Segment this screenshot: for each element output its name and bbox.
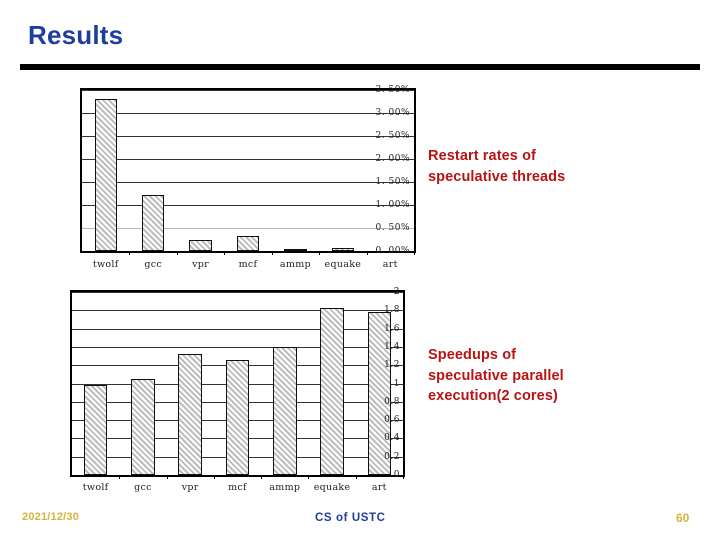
x-axis-tick-label: art xyxy=(371,482,387,493)
x-axis-tick-mark xyxy=(224,251,226,255)
y-axis-tick-label: 0. 50% xyxy=(375,223,410,233)
bar xyxy=(141,195,165,251)
bar xyxy=(272,346,297,475)
bar xyxy=(131,378,155,475)
bar xyxy=(94,99,117,251)
y-axis-tick-label: 3. 50% xyxy=(375,85,410,95)
x-axis-tick-mark xyxy=(166,475,168,479)
x-axis-tick-mark xyxy=(319,251,321,255)
speedups-chart: 0 0.2 0.4 0.6 0.8 1 1.2 1.4 1.6 1.8 2 twolf gcc vpr mc… xyxy=(20,287,405,497)
y-axis-tick-label: 1.8 xyxy=(384,305,400,316)
y-axis-tick-label: 3. 00% xyxy=(375,108,410,118)
bar xyxy=(284,249,307,251)
title-divider xyxy=(20,64,700,70)
x-axis-tick-label: ammp xyxy=(279,259,311,270)
y-axis-tick-label: 1.2 xyxy=(384,360,400,371)
x-axis-tick-mark xyxy=(414,251,415,255)
bar xyxy=(178,354,203,475)
x-axis-tick-mark xyxy=(176,251,178,255)
y-axis-tick-label: 1.6 xyxy=(384,323,400,334)
x-axis-tick-label: ammp xyxy=(269,482,301,493)
x-axis-tick-label: vpr xyxy=(181,482,199,493)
y-axis-tick-label: 2. 00% xyxy=(375,154,410,164)
y-axis-tick-label: 0. 00% xyxy=(375,246,410,256)
y-axis-tick-label: 1. 00% xyxy=(375,200,410,210)
bar xyxy=(225,359,250,475)
bar xyxy=(367,312,392,475)
x-axis-tick-label: gcc xyxy=(134,482,152,493)
y-axis-tick-label: 1 xyxy=(393,378,400,389)
x-axis-tick-mark xyxy=(403,475,404,479)
y-axis-tick-label: 1. 50% xyxy=(375,177,410,187)
bar xyxy=(83,385,108,475)
x-axis-tick-mark xyxy=(129,251,131,255)
footer-org: CS of USTC xyxy=(315,512,386,524)
y-axis-tick-label: 0.8 xyxy=(384,396,400,407)
x-axis-tick-label: vpr xyxy=(192,259,209,270)
footer-page-number: 60 xyxy=(676,511,690,525)
x-axis-tick-label: gcc xyxy=(144,259,162,270)
x-axis-tick-label: twolf xyxy=(92,259,119,270)
chart2-y-axis xyxy=(20,287,66,477)
x-axis-tick-mark xyxy=(261,475,263,479)
bar xyxy=(320,307,344,475)
y-axis-tick-label: 1.4 xyxy=(384,341,400,352)
footer-date: 2021/12/30 xyxy=(22,511,80,523)
chart1-y-axis xyxy=(20,85,76,253)
chart1-caption: Restart rates of speculative threads xyxy=(428,148,566,185)
y-axis-tick-label: 0.6 xyxy=(384,415,400,426)
x-axis-tick-label: twolf xyxy=(82,482,109,493)
page-title: Results xyxy=(28,20,124,50)
x-axis-tick-mark xyxy=(308,475,310,479)
bar xyxy=(189,239,212,251)
chart2-caption: Speedups of speculative parallel executi… xyxy=(428,347,564,405)
y-axis-tick-label: 0 xyxy=(393,470,400,480)
x-axis-tick-mark xyxy=(271,251,273,255)
restart-rates-chart: 0. 00% 0. 50% 1. 00% 1. 50% 2. 00% 2. 50% 3. 0… xyxy=(20,85,416,280)
y-axis-tick-label: 0.2 xyxy=(384,451,400,462)
bar xyxy=(331,247,354,251)
x-axis-tick-label: equake xyxy=(324,259,362,270)
x-axis-tick-mark xyxy=(119,475,121,479)
bar xyxy=(236,236,260,251)
y-axis-tick-label: 0.4 xyxy=(384,433,400,444)
y-axis-tick-label: 2 xyxy=(393,287,400,297)
x-axis-tick-label: mcf xyxy=(228,482,247,493)
x-axis-tick-label: art xyxy=(382,259,398,270)
x-axis-tick-label: mcf xyxy=(238,259,258,270)
y-axis-tick-label: 2. 50% xyxy=(375,131,410,141)
x-axis-tick-label: equake xyxy=(313,482,351,493)
x-axis-tick-mark xyxy=(213,475,215,479)
